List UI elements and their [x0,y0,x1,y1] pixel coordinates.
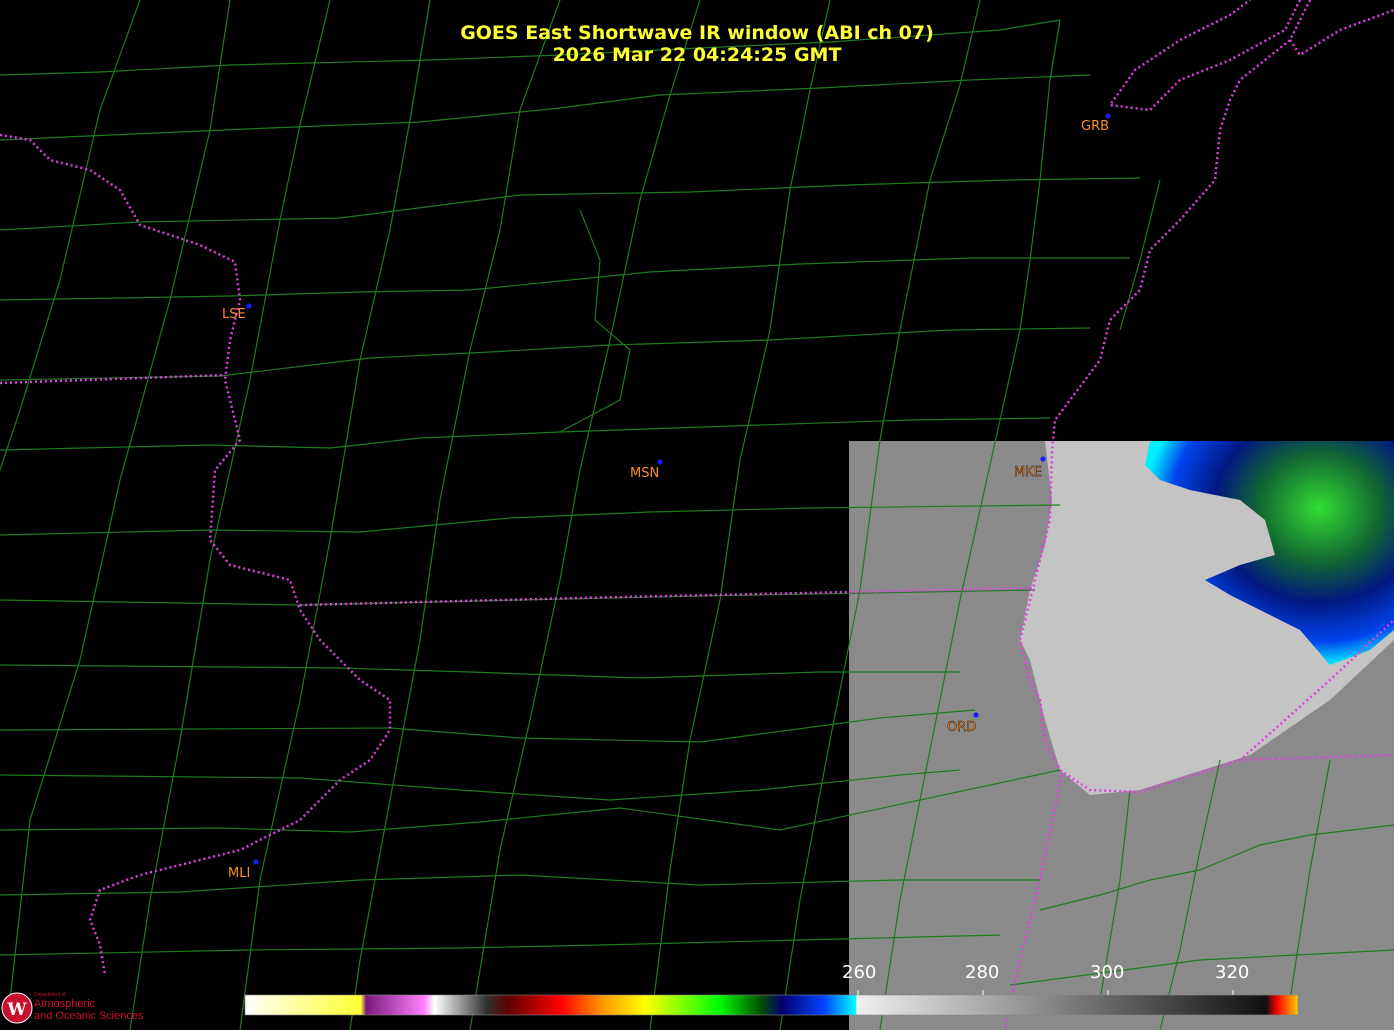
station-dot-msn[interactable] [657,459,663,465]
colorbar-tick-260: 260 [842,962,877,983]
station-dot-ord[interactable] [973,712,979,718]
station-dot-grb[interactable] [1105,113,1111,119]
logo-name-line-1: Atmospheric [34,998,96,1010]
station-label-grb: GRB [1081,119,1109,134]
station-dot-lse[interactable] [246,303,252,309]
station-label-mke: MKE [1014,465,1042,480]
mississippi-river-boundary [0,133,392,976]
colorbar [244,994,1299,1016]
station-dot-mke[interactable] [1040,456,1046,462]
colorbar-tick-300: 300 [1090,962,1125,983]
colorbar-tick-320: 320 [1215,962,1250,983]
station-label-lse: LSE [222,307,246,322]
station-label-mli: MLI [228,866,250,881]
colorbar-tick-280: 280 [965,962,1000,983]
station-dot-mli[interactable] [253,859,259,865]
logo-name-line-2: and Oceanic Sciences [34,1010,144,1022]
uw-seal-logo: W [1,992,33,1024]
dept-logo-text: Department of Atmospheric and Oceanic Sc… [34,992,143,1022]
svg-text:W: W [6,1000,27,1020]
station-label-ord: ORD [947,720,976,735]
title-line-2: 2026 Mar 22 04:24:25 GMT [552,44,842,66]
title-line-1: GOES East Shortwave IR window (ABI ch 07… [460,22,934,44]
satellite-map: GRB LSE MSN MKE ORD MLI W [0,0,1394,1030]
station-label-msn: MSN [630,466,659,481]
